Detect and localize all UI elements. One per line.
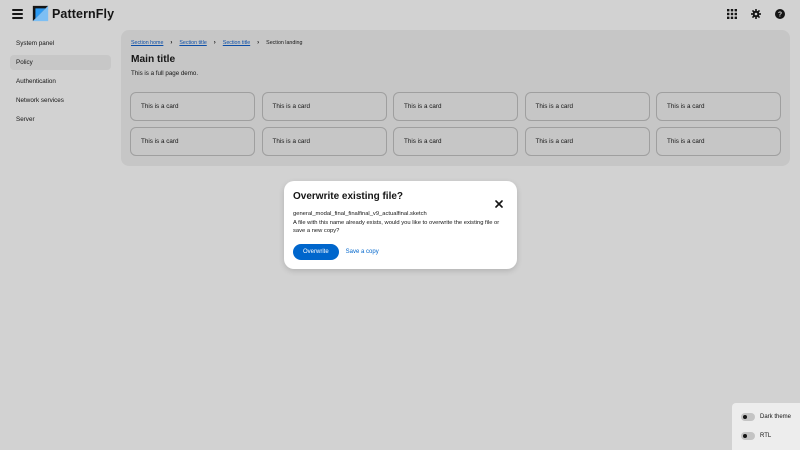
help-icon[interactable]: ?	[774, 8, 786, 20]
chevron-right-icon: ›	[257, 40, 260, 46]
card[interactable]: This is a card	[524, 127, 650, 156]
chevron-right-icon: ›	[213, 40, 216, 46]
menu-icon[interactable]	[12, 9, 23, 19]
modal-title: Overwrite existing file?	[293, 191, 404, 202]
card[interactable]: This is a card	[393, 127, 518, 156]
overwrite-modal: Overwrite existing file? general_modal_f…	[284, 181, 517, 269]
sidebar-item-authentication[interactable]: Authentication	[10, 74, 111, 89]
card[interactable]: This is a card	[261, 92, 387, 121]
patternfly-logo-icon	[32, 5, 49, 22]
card[interactable]: This is a card	[261, 127, 387, 156]
sidebar-item-policy[interactable]: Policy	[10, 55, 111, 70]
page-subtitle: This is a full page demo.	[131, 70, 199, 77]
dark-theme-label: Dark theme	[760, 414, 792, 420]
rtl-label: RTL	[760, 433, 772, 439]
breadcrumb-link[interactable]: Section title	[179, 40, 206, 46]
modal-message: A file with this name already exists, wo…	[293, 219, 500, 235]
card[interactable]: This is a card	[656, 92, 781, 121]
gear-icon[interactable]	[750, 8, 762, 20]
modal-filename: general_modal_final_finalfinal_v9_actual…	[293, 211, 427, 217]
breadcrumb-current: Section landing	[266, 40, 303, 46]
overwrite-button[interactable]: Overwrite	[293, 244, 339, 260]
sidebar-item-system-panel[interactable]: System panel	[10, 36, 111, 51]
grid-icon[interactable]	[726, 8, 738, 20]
sidebar-item-server[interactable]: Server	[10, 112, 111, 127]
card[interactable]: This is a card	[393, 92, 518, 121]
sidebar-item-network-services[interactable]: Network services	[10, 93, 111, 108]
page-title: Main title	[131, 54, 176, 65]
save-copy-button[interactable]: Save a copy	[346, 249, 379, 255]
breadcrumb: Section home › Section title › Section t…	[131, 40, 302, 46]
sidebar-nav: System panel Policy Authentication Netwo…	[10, 36, 111, 131]
breadcrumb-link[interactable]: Section title	[223, 40, 250, 46]
close-icon[interactable]	[495, 195, 503, 208]
theme-switcher: Dark theme RTL	[732, 403, 800, 450]
masthead: PatternFly ?	[0, 0, 800, 28]
brand-name: PatternFly	[52, 6, 115, 21]
card[interactable]: This is a card	[524, 92, 650, 121]
main-content: Section home › Section title › Section t…	[121, 30, 790, 166]
card-grid: This is a card This is a card This is a …	[130, 92, 781, 156]
brand-logo[interactable]: PatternFly	[32, 5, 114, 22]
breadcrumb-link[interactable]: Section home	[131, 40, 163, 46]
card[interactable]: This is a card	[130, 127, 255, 156]
rtl-switch[interactable]	[741, 432, 755, 440]
card[interactable]: This is a card	[130, 92, 255, 121]
modal-body: general_modal_final_finalfinal_v9_actual…	[293, 210, 508, 236]
svg-text:?: ?	[778, 12, 782, 19]
dark-theme-switch[interactable]	[741, 413, 755, 421]
card[interactable]: This is a card	[656, 127, 781, 156]
chevron-right-icon: ›	[170, 40, 173, 46]
